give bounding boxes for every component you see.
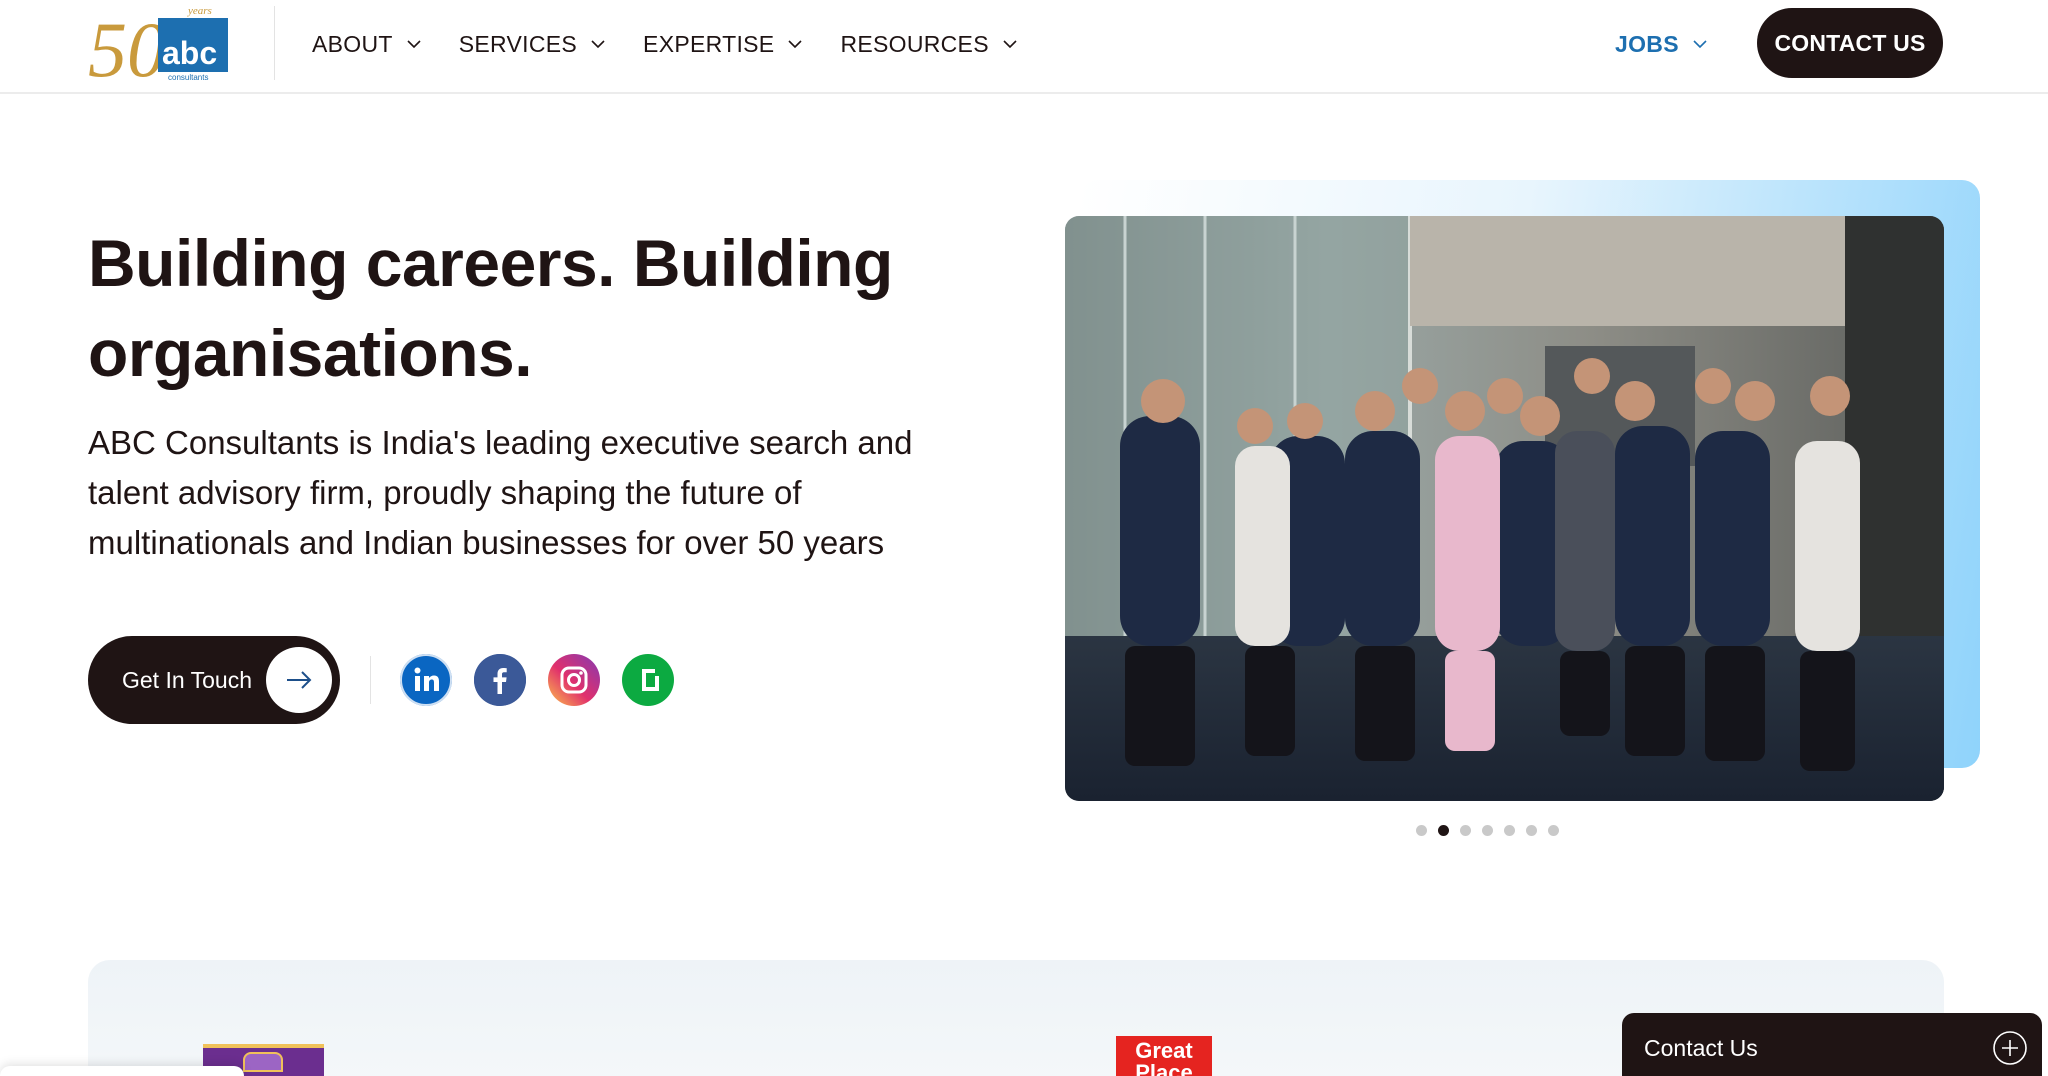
carousel-dot[interactable] <box>1416 825 1427 836</box>
carousel-dot[interactable] <box>1526 825 1537 836</box>
hero-title-line2: organisations. <box>88 316 533 390</box>
chevron-down-icon <box>1003 39 1017 48</box>
carousel-dot[interactable] <box>1504 825 1515 836</box>
nav-item-resources[interactable]: RESOURCES <box>840 30 1017 58</box>
logo-years: years <box>187 5 212 17</box>
carousel-dot[interactable] <box>1482 825 1493 836</box>
hero-title: Building careers. Building organisations… <box>88 218 1028 398</box>
glassdoor-icon[interactable] <box>622 654 674 706</box>
award-badge-emblem <box>243 1052 283 1072</box>
chevron-down-icon <box>788 39 803 48</box>
nav-item-about[interactable]: ABOUT <box>312 31 421 58</box>
nav-services-label: SERVICES <box>458 30 578 57</box>
facebook-icon[interactable] <box>474 654 526 706</box>
nav-item-services[interactable]: SERVICES <box>459 31 605 58</box>
carousel-dot[interactable] <box>1548 825 1559 836</box>
jobs-label: JOBS <box>1615 30 1679 57</box>
logo-number: 50 <box>88 6 166 82</box>
nav-item-jobs[interactable]: JOBS <box>1615 0 1707 88</box>
gptw-text: Great Place <box>1135 1038 1193 1076</box>
chevron-down-icon <box>407 39 421 48</box>
contact-us-button[interactable]: CONTACT US <box>1757 8 1943 78</box>
contact-us-panel-toggle[interactable]: Contact Us <box>1622 1013 2042 1076</box>
carousel-dot-active[interactable] <box>1438 825 1449 836</box>
carousel-dots <box>1416 825 1570 836</box>
nav-resources-label: RESOURCES <box>840 30 989 57</box>
nav-expertise-label: EXPERTISE <box>643 30 775 57</box>
carousel-dot[interactable] <box>1460 825 1471 836</box>
hero-desc-line2: talent advisory firm, proudly shaping th… <box>88 474 802 511</box>
logo-abc-text: abc <box>162 35 217 71</box>
team-photo <box>1065 216 1944 801</box>
hero-desc-line1: ABC Consultants is India's leading execu… <box>88 424 913 461</box>
main-nav: ABOUT SERVICES EXPERTISE RESOURCES <box>312 0 1055 88</box>
chevron-down-icon <box>591 39 605 48</box>
great-place-to-work-badge: Great Place <box>1116 1036 1212 1076</box>
floating-widget-card[interactable] <box>0 1066 244 1076</box>
abc-consultants-logo[interactable]: 50 years abc consultants <box>88 2 232 82</box>
instagram-icon[interactable] <box>548 654 600 706</box>
contact-panel-label: Contact Us <box>1644 1034 1758 1061</box>
hero-desc-line3: multinationals and Indian businesses for… <box>88 524 885 561</box>
hero-title-line1: Building careers. Building <box>88 226 893 300</box>
get-in-touch-label: Get In Touch <box>122 666 252 693</box>
nav-about-label: ABOUT <box>312 30 393 57</box>
linkedin-icon[interactable] <box>400 654 452 706</box>
hero-description: ABC Consultants is India's leading execu… <box>88 418 988 568</box>
site-header: 50 years abc consultants ABOUT SERVICES … <box>0 0 2048 94</box>
chevron-down-icon <box>1693 39 1707 48</box>
header-divider <box>274 6 275 80</box>
social-divider <box>370 656 371 704</box>
arrow-right-icon <box>266 647 332 713</box>
logo-sub: consultants <box>168 73 208 82</box>
plus-circle-icon <box>1993 1031 2027 1065</box>
get-in-touch-button[interactable]: Get In Touch <box>88 636 340 724</box>
nav-item-expertise[interactable]: EXPERTISE <box>643 30 803 58</box>
